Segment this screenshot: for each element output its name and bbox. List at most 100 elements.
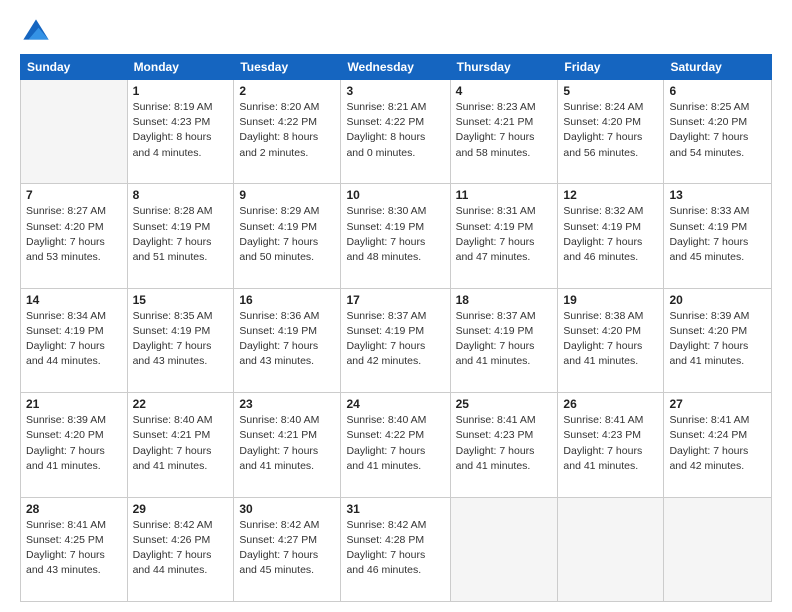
day-cell: 21Sunrise: 8:39 AMSunset: 4:20 PMDayligh… (21, 393, 128, 497)
day-cell: 25 Sunrise: 8:41 AMSunset: 4:23 PMDayligh… (450, 393, 558, 497)
day-number: 8 (133, 188, 229, 202)
week-row-2: 7 Sunrise: 8:27 AMSunset: 4:20 PMDaylight… (21, 184, 772, 288)
day-number: 9 (239, 188, 335, 202)
day-info: Sunrise: 8:42 AMSunset: 4:28 PMDaylight:… (346, 518, 444, 579)
day-cell: 9 Sunrise: 8:29 AMSunset: 4:19 PMDaylight… (234, 184, 341, 288)
day-info: Sunrise: 8:33 AMSunset: 4:19 PMDaylight:… (669, 204, 766, 265)
logo (20, 16, 56, 48)
week-row-1: 1 Sunrise: 8:19 AMSunset: 4:23 PMDaylight… (21, 80, 772, 184)
day-number: 27 (669, 397, 766, 411)
day-cell (558, 497, 664, 601)
day-number: 1 (133, 84, 229, 98)
day-info: Sunrise: 8:42 AMSunset: 4:26 PMDaylight:… (133, 518, 229, 579)
day-info: Sunrise: 8:23 AMSunset: 4:21 PMDaylight:… (456, 100, 553, 161)
day-info: Sunrise: 8:42 AMSunset: 4:27 PMDaylight:… (239, 518, 335, 579)
day-cell: 24 Sunrise: 8:40 AMSunset: 4:22 PMDayligh… (341, 393, 450, 497)
day-number: 7 (26, 188, 122, 202)
day-number: 12 (563, 188, 658, 202)
day-number: 14 (26, 293, 122, 307)
day-info: Sunrise: 8:27 AMSunset: 4:20 PMDaylight:… (26, 204, 122, 265)
day-number: 4 (456, 84, 553, 98)
day-number: 19 (563, 293, 658, 307)
day-cell: 23Sunrise: 8:40 AMSunset: 4:21 PMDayligh… (234, 393, 341, 497)
weekday-header-saturday: Saturday (664, 55, 772, 80)
header (20, 16, 772, 48)
weekday-header-thursday: Thursday (450, 55, 558, 80)
day-info: Sunrise: 8:28 AMSunset: 4:19 PMDaylight:… (133, 204, 229, 265)
weekday-header-friday: Friday (558, 55, 664, 80)
day-number: 11 (456, 188, 553, 202)
weekday-header-row: SundayMondayTuesdayWednesdayThursdayFrid… (21, 55, 772, 80)
day-info: Sunrise: 8:30 AMSunset: 4:19 PMDaylight:… (346, 204, 444, 265)
day-number: 22 (133, 397, 229, 411)
day-number: 3 (346, 84, 444, 98)
day-info: Sunrise: 8:19 AMSunset: 4:23 PMDaylight:… (133, 100, 229, 161)
day-cell: 11Sunrise: 8:31 AMSunset: 4:19 PMDayligh… (450, 184, 558, 288)
day-cell: 14 Sunrise: 8:34 AMSunset: 4:19 PMDayligh… (21, 288, 128, 392)
day-number: 28 (26, 502, 122, 516)
day-info: Sunrise: 8:25 AMSunset: 4:20 PMDaylight:… (669, 100, 766, 161)
day-cell: 10 Sunrise: 8:30 AMSunset: 4:19 PMDayligh… (341, 184, 450, 288)
day-number: 5 (563, 84, 658, 98)
day-number: 15 (133, 293, 229, 307)
day-info: Sunrise: 8:35 AMSunset: 4:19 PMDaylight:… (133, 309, 229, 370)
day-cell: 20Sunrise: 8:39 AMSunset: 4:20 PMDayligh… (664, 288, 772, 392)
day-cell: 8 Sunrise: 8:28 AMSunset: 4:19 PMDaylight… (127, 184, 234, 288)
day-info: Sunrise: 8:36 AMSunset: 4:19 PMDaylight:… (239, 309, 335, 370)
day-info: Sunrise: 8:40 AMSunset: 4:21 PMDaylight:… (239, 413, 335, 474)
day-number: 2 (239, 84, 335, 98)
day-cell: 28 Sunrise: 8:41 AMSunset: 4:25 PMDayligh… (21, 497, 128, 601)
day-number: 17 (346, 293, 444, 307)
day-info: Sunrise: 8:37 AMSunset: 4:19 PMDaylight:… (456, 309, 553, 370)
day-cell: 29 Sunrise: 8:42 AMSunset: 4:26 PMDayligh… (127, 497, 234, 601)
day-number: 16 (239, 293, 335, 307)
day-cell: 6 Sunrise: 8:25 AMSunset: 4:20 PMDaylight… (664, 80, 772, 184)
day-info: Sunrise: 8:34 AMSunset: 4:19 PMDaylight:… (26, 309, 122, 370)
day-cell: 31Sunrise: 8:42 AMSunset: 4:28 PMDayligh… (341, 497, 450, 601)
page: SundayMondayTuesdayWednesdayThursdayFrid… (0, 0, 792, 612)
day-info: Sunrise: 8:41 AMSunset: 4:25 PMDaylight:… (26, 518, 122, 579)
day-number: 21 (26, 397, 122, 411)
day-number: 30 (239, 502, 335, 516)
day-number: 26 (563, 397, 658, 411)
day-cell: 1 Sunrise: 8:19 AMSunset: 4:23 PMDaylight… (127, 80, 234, 184)
day-cell: 27 Sunrise: 8:41 AMSunset: 4:24 PMDayligh… (664, 393, 772, 497)
day-number: 29 (133, 502, 229, 516)
day-cell: 19Sunrise: 8:38 AMSunset: 4:20 PMDayligh… (558, 288, 664, 392)
week-row-3: 14 Sunrise: 8:34 AMSunset: 4:19 PMDayligh… (21, 288, 772, 392)
day-cell: 26 Sunrise: 8:41 AMSunset: 4:23 PMDayligh… (558, 393, 664, 497)
day-info: Sunrise: 8:40 AMSunset: 4:22 PMDaylight:… (346, 413, 444, 474)
weekday-header-monday: Monday (127, 55, 234, 80)
weekday-header-tuesday: Tuesday (234, 55, 341, 80)
day-number: 6 (669, 84, 766, 98)
day-number: 24 (346, 397, 444, 411)
logo-icon (20, 16, 52, 48)
day-cell: 5 Sunrise: 8:24 AMSunset: 4:20 PMDaylight… (558, 80, 664, 184)
day-cell: 7 Sunrise: 8:27 AMSunset: 4:20 PMDaylight… (21, 184, 128, 288)
day-number: 25 (456, 397, 553, 411)
day-info: Sunrise: 8:24 AMSunset: 4:20 PMDaylight:… (563, 100, 658, 161)
day-number: 13 (669, 188, 766, 202)
day-number: 18 (456, 293, 553, 307)
day-cell: 12 Sunrise: 8:32 AMSunset: 4:19 PMDayligh… (558, 184, 664, 288)
day-number: 20 (669, 293, 766, 307)
weekday-header-wednesday: Wednesday (341, 55, 450, 80)
day-info: Sunrise: 8:40 AMSunset: 4:21 PMDaylight:… (133, 413, 229, 474)
day-info: Sunrise: 8:29 AMSunset: 4:19 PMDaylight:… (239, 204, 335, 265)
day-cell: 18 Sunrise: 8:37 AMSunset: 4:19 PMDayligh… (450, 288, 558, 392)
day-info: Sunrise: 8:41 AMSunset: 4:23 PMDaylight:… (563, 413, 658, 474)
day-cell: 3Sunrise: 8:21 AMSunset: 4:22 PMDaylight… (341, 80, 450, 184)
day-info: Sunrise: 8:41 AMSunset: 4:24 PMDaylight:… (669, 413, 766, 474)
day-cell: 16 Sunrise: 8:36 AMSunset: 4:19 PMDayligh… (234, 288, 341, 392)
day-info: Sunrise: 8:20 AMSunset: 4:22 PMDaylight:… (239, 100, 335, 161)
day-cell: 30 Sunrise: 8:42 AMSunset: 4:27 PMDayligh… (234, 497, 341, 601)
day-cell: 22 Sunrise: 8:40 AMSunset: 4:21 PMDayligh… (127, 393, 234, 497)
day-cell: 4 Sunrise: 8:23 AMSunset: 4:21 PMDaylight… (450, 80, 558, 184)
day-info: Sunrise: 8:41 AMSunset: 4:23 PMDaylight:… (456, 413, 553, 474)
day-number: 10 (346, 188, 444, 202)
day-info: Sunrise: 8:37 AMSunset: 4:19 PMDaylight:… (346, 309, 444, 370)
day-info: Sunrise: 8:32 AMSunset: 4:19 PMDaylight:… (563, 204, 658, 265)
calendar-table: SundayMondayTuesdayWednesdayThursdayFrid… (20, 54, 772, 602)
day-cell (664, 497, 772, 601)
weekday-header-sunday: Sunday (21, 55, 128, 80)
